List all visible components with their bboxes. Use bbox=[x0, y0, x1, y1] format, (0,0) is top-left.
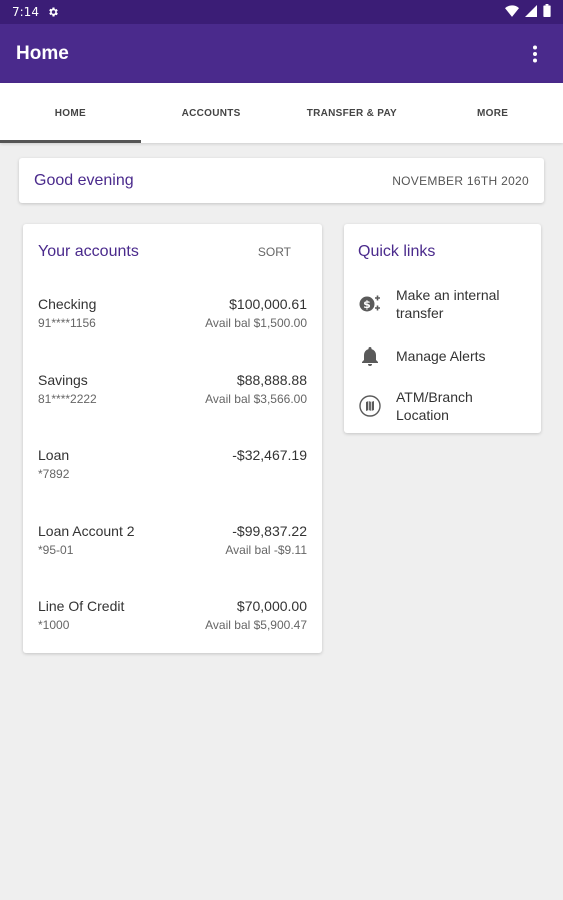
accounts-title: Your accounts bbox=[38, 243, 139, 260]
wifi-icon bbox=[505, 4, 519, 20]
accounts-header: Your accounts SORT bbox=[38, 224, 307, 276]
account-available-balance: Avail bal $5,900.47 bbox=[205, 618, 307, 632]
transfer-money-icon: $ bbox=[358, 292, 382, 316]
svg-text:$: $ bbox=[363, 298, 371, 311]
greeting-text: Good evening bbox=[34, 171, 134, 189]
quick-link-atm-branch[interactable]: ATM/Branch Location bbox=[358, 380, 527, 432]
account-balance: -$99,837.22 bbox=[232, 522, 307, 539]
app-bar: Home bbox=[0, 24, 563, 83]
account-name: Loan bbox=[38, 447, 70, 463]
account-balance: $70,000.00 bbox=[236, 598, 307, 614]
account-number: 91****1156 bbox=[38, 316, 96, 330]
account-available-balance: Avail bal -$9.11 bbox=[225, 542, 307, 557]
account-balance: $100,000.61 bbox=[229, 296, 307, 312]
account-row-loan-account-2[interactable]: Loan Account 2 *95-01 -$99,837.22 Avail … bbox=[38, 503, 307, 579]
tab-label: MORE bbox=[477, 107, 509, 119]
account-name: Savings bbox=[38, 371, 88, 388]
account-row-loan[interactable]: Loan *7892 -$32,467.19 bbox=[38, 427, 307, 503]
tab-transfer-pay[interactable]: TRANSFER & PAY bbox=[282, 83, 423, 143]
status-time: 7:14 bbox=[12, 5, 39, 19]
account-balance: -$32,467.19 bbox=[232, 447, 307, 463]
quick-link-label: Make an internal transfer bbox=[396, 286, 500, 321]
tab-accounts[interactable]: ACCOUNTS bbox=[141, 83, 282, 143]
account-number: *1000 bbox=[38, 618, 70, 632]
more-vert-icon[interactable] bbox=[523, 42, 547, 66]
account-row-savings[interactable]: Savings 81****2222 $88,888.88 Avail bal … bbox=[38, 352, 307, 428]
status-bar: 7:14 bbox=[0, 0, 563, 24]
tab-home[interactable]: HOME bbox=[0, 83, 141, 143]
account-number: 81****2222 bbox=[38, 391, 97, 406]
quick-links-card: Quick links $ Make an internal transfer … bbox=[344, 224, 541, 433]
account-row-checking[interactable]: Checking 91****1156 $100,000.61 Avail ba… bbox=[38, 276, 307, 352]
account-available-balance: Avail bal $3,566.00 bbox=[205, 391, 307, 406]
account-name: Checking bbox=[38, 296, 97, 312]
tab-more[interactable]: MORE bbox=[422, 83, 563, 143]
bell-icon bbox=[358, 344, 382, 368]
quick-links-title: Quick links bbox=[358, 243, 436, 260]
quick-link-label: ATM/Branch Location bbox=[396, 389, 473, 423]
account-row-line-of-credit[interactable]: Line Of Credit *1000 $70,000.00 Avail ba… bbox=[38, 578, 307, 654]
account-balance: $88,888.88 bbox=[236, 371, 307, 388]
tab-label: ACCOUNTS bbox=[181, 107, 241, 119]
gear-icon bbox=[47, 6, 59, 18]
greeting-date: NOVEMBER 16TH 2020 bbox=[392, 173, 529, 188]
accounts-card: Your accounts SORT Checking 91****1156 $… bbox=[23, 224, 322, 653]
quick-link-manage-alerts[interactable]: Manage Alerts bbox=[358, 331, 527, 380]
tab-bar: HOME ACCOUNTS TRANSFER & PAY MORE bbox=[0, 83, 563, 143]
map-icon bbox=[358, 394, 382, 418]
account-available-balance: Avail bal $1,500.00 bbox=[205, 316, 307, 330]
tab-label: HOME bbox=[54, 107, 86, 119]
page-title: Home bbox=[16, 42, 69, 64]
account-name: Loan Account 2 bbox=[38, 522, 135, 539]
account-name: Line Of Credit bbox=[38, 598, 125, 614]
account-number: *7892 bbox=[38, 467, 70, 481]
signal-icon bbox=[525, 4, 537, 20]
quick-link-label: Manage Alerts bbox=[396, 347, 486, 364]
tab-label: TRANSFER & PAY bbox=[306, 107, 398, 119]
quick-link-internal-transfer[interactable]: $ Make an internal transfer bbox=[358, 276, 527, 331]
greeting-card: Good evening NOVEMBER 16TH 2020 bbox=[19, 158, 544, 203]
account-number: *95-01 bbox=[38, 542, 74, 557]
battery-icon bbox=[543, 4, 551, 20]
sort-button[interactable]: SORT bbox=[258, 245, 291, 259]
